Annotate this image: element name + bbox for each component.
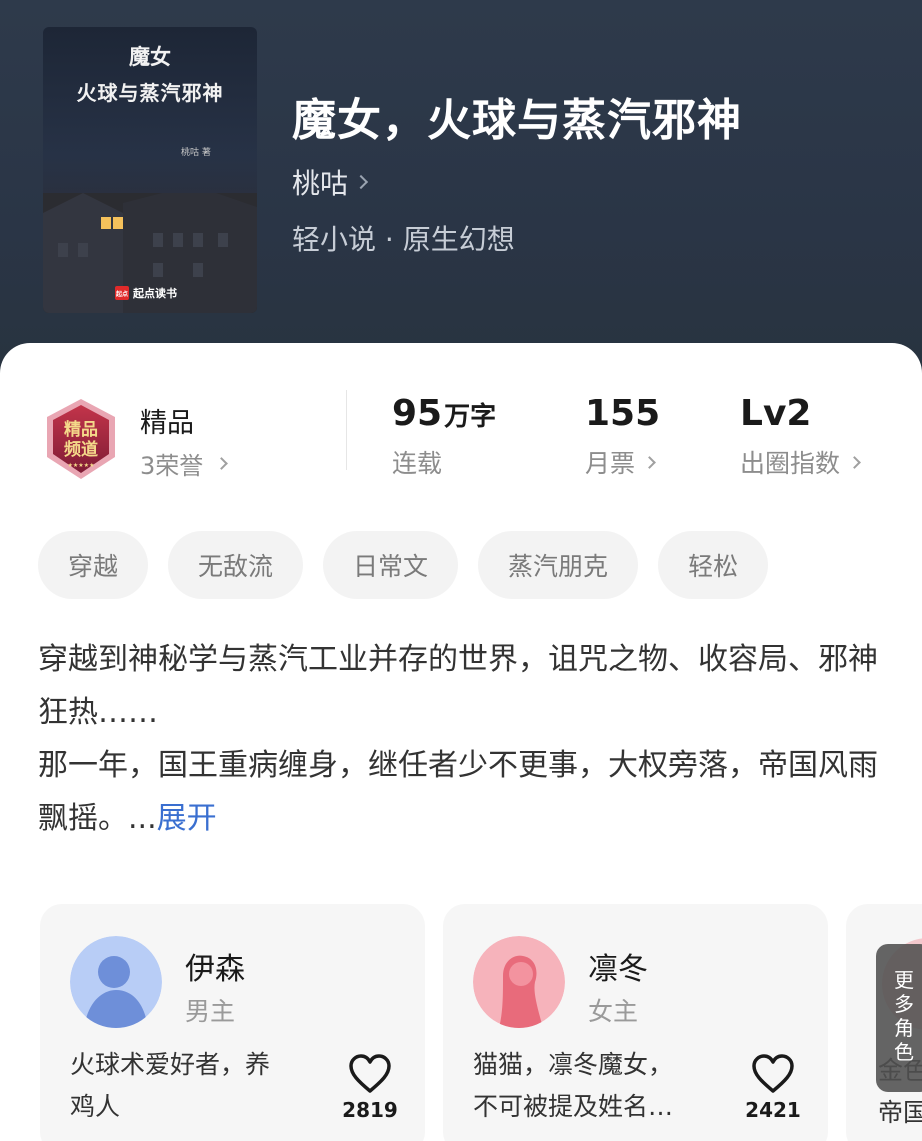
cover-title-line2: 火球与蒸汽邪神 [76,81,224,105]
honor-count-link[interactable]: 3荣誉 [140,446,229,481]
stat-circle-index[interactable]: Lv2 出圈指数 [740,393,861,480]
publisher-name: 起点读书 [133,287,177,300]
more-characters-card[interactable]: 金色 帝国 更 多 角 色 [846,904,922,1141]
character-avatar [70,936,162,1028]
tag-list: 穿越 无敌流 日常文 蒸汽朋克 轻松 [38,531,769,599]
character-name: 伊森 [185,952,245,987]
cover-author: 桃咕 著 [181,148,211,158]
publisher-logo: 起点 [115,286,129,300]
badge-line2: 频道 [64,439,98,460]
author-link[interactable]: 桃咕 [292,162,369,202]
honor-count: 3荣誉 [140,452,204,480]
expand-link[interactable]: 展开 [157,801,217,836]
tag-chip[interactable]: 日常文 [323,531,459,599]
tag-chip[interactable]: 穿越 [38,531,149,599]
stat-word-count: 95 万字 连载 [392,393,496,480]
character-role: 男主 [185,997,236,1026]
tag-chip[interactable]: 无敌流 [168,531,304,599]
book-detail-card: 精品 频道 ★★★★★ 精品 3荣誉 95 万字 连载 155 月票 Lv2 出… [0,343,922,1141]
honor-label: 精品 [140,408,194,439]
character-card[interactable]: 伊森 男主 火球术爱好者，养 鸡人 2819 [40,904,425,1141]
tickets-label: 月票 [585,449,636,478]
synopsis-paragraph-1: 穿越到神秘学与蒸汽工业并存的世界，诅咒之物、收容局、邪神狂热…… [38,642,878,730]
tag-chip[interactable]: 蒸汽朋克 [478,531,639,599]
premium-badge-icon[interactable]: 精品 频道 ★★★★★ [41,397,121,481]
tickets-value: 155 [585,393,661,434]
author-name: 桃咕 [292,167,349,200]
book-header: 魔女 火球与蒸汽邪神 桃咕 著 起点 起点读书 魔女，火球与蒸汽邪神 桃咕 轻小… [0,0,922,380]
synopsis[interactable]: 穿越到神秘学与蒸汽工业并存的世界，诅咒之物、收容局、邪神狂热…… 那一年，国王重… [38,633,888,845]
chevron-right-icon [848,455,861,469]
circle-index-value: Lv2 [740,393,812,434]
stat-monthly-tickets[interactable]: 155 月票 [585,393,660,480]
tag-chip[interactable]: 轻松 [658,531,769,599]
more-characters-button[interactable]: 更 多 角 色 [876,944,922,1092]
word-count-label: 连载 [392,449,443,478]
character-role: 女主 [588,997,639,1026]
more-characters-label: 更 多 角 色 [894,968,914,1064]
word-count-unit: 万字 [444,402,497,432]
character-name: 凛冬 [588,952,648,987]
chevron-right-icon [643,455,656,469]
character-desc: 火球术爱好者，养 鸡人 [70,1050,271,1121]
like-count: 2819 [342,1098,398,1122]
character-avatar [473,936,565,1028]
heart-icon[interactable] [751,1054,795,1094]
heart-icon[interactable] [348,1054,392,1094]
book-title: 魔女，火球与蒸汽邪神 [292,95,742,146]
book-cover[interactable]: 魔女 火球与蒸汽邪神 桃咕 著 起点 起点读书 [43,27,257,313]
publisher-badge: 起点 起点读书 [115,285,177,301]
character-desc: 猫猫，凛冬魔女， 不可被提及姓名… [473,1050,674,1121]
circle-index-label: 出圈指数 [740,449,841,478]
chevron-right-icon [215,457,229,470]
like-count: 2421 [745,1098,801,1122]
stats-divider [346,390,347,470]
book-genre: 轻小说 · 原生幻想 [292,223,515,256]
badge-line1: 精品 [64,419,98,440]
character-card[interactable]: 凛冬 女主 猫猫，凛冬魔女， 不可被提及姓名… 2421 [443,904,828,1141]
cover-title: 魔女 火球与蒸汽邪神 [43,41,257,106]
svg-text:★★★★★: ★★★★★ [68,462,95,469]
chevron-right-icon [353,174,369,190]
word-count-value: 95 [392,393,443,434]
cover-title-line1: 魔女 [129,44,171,69]
